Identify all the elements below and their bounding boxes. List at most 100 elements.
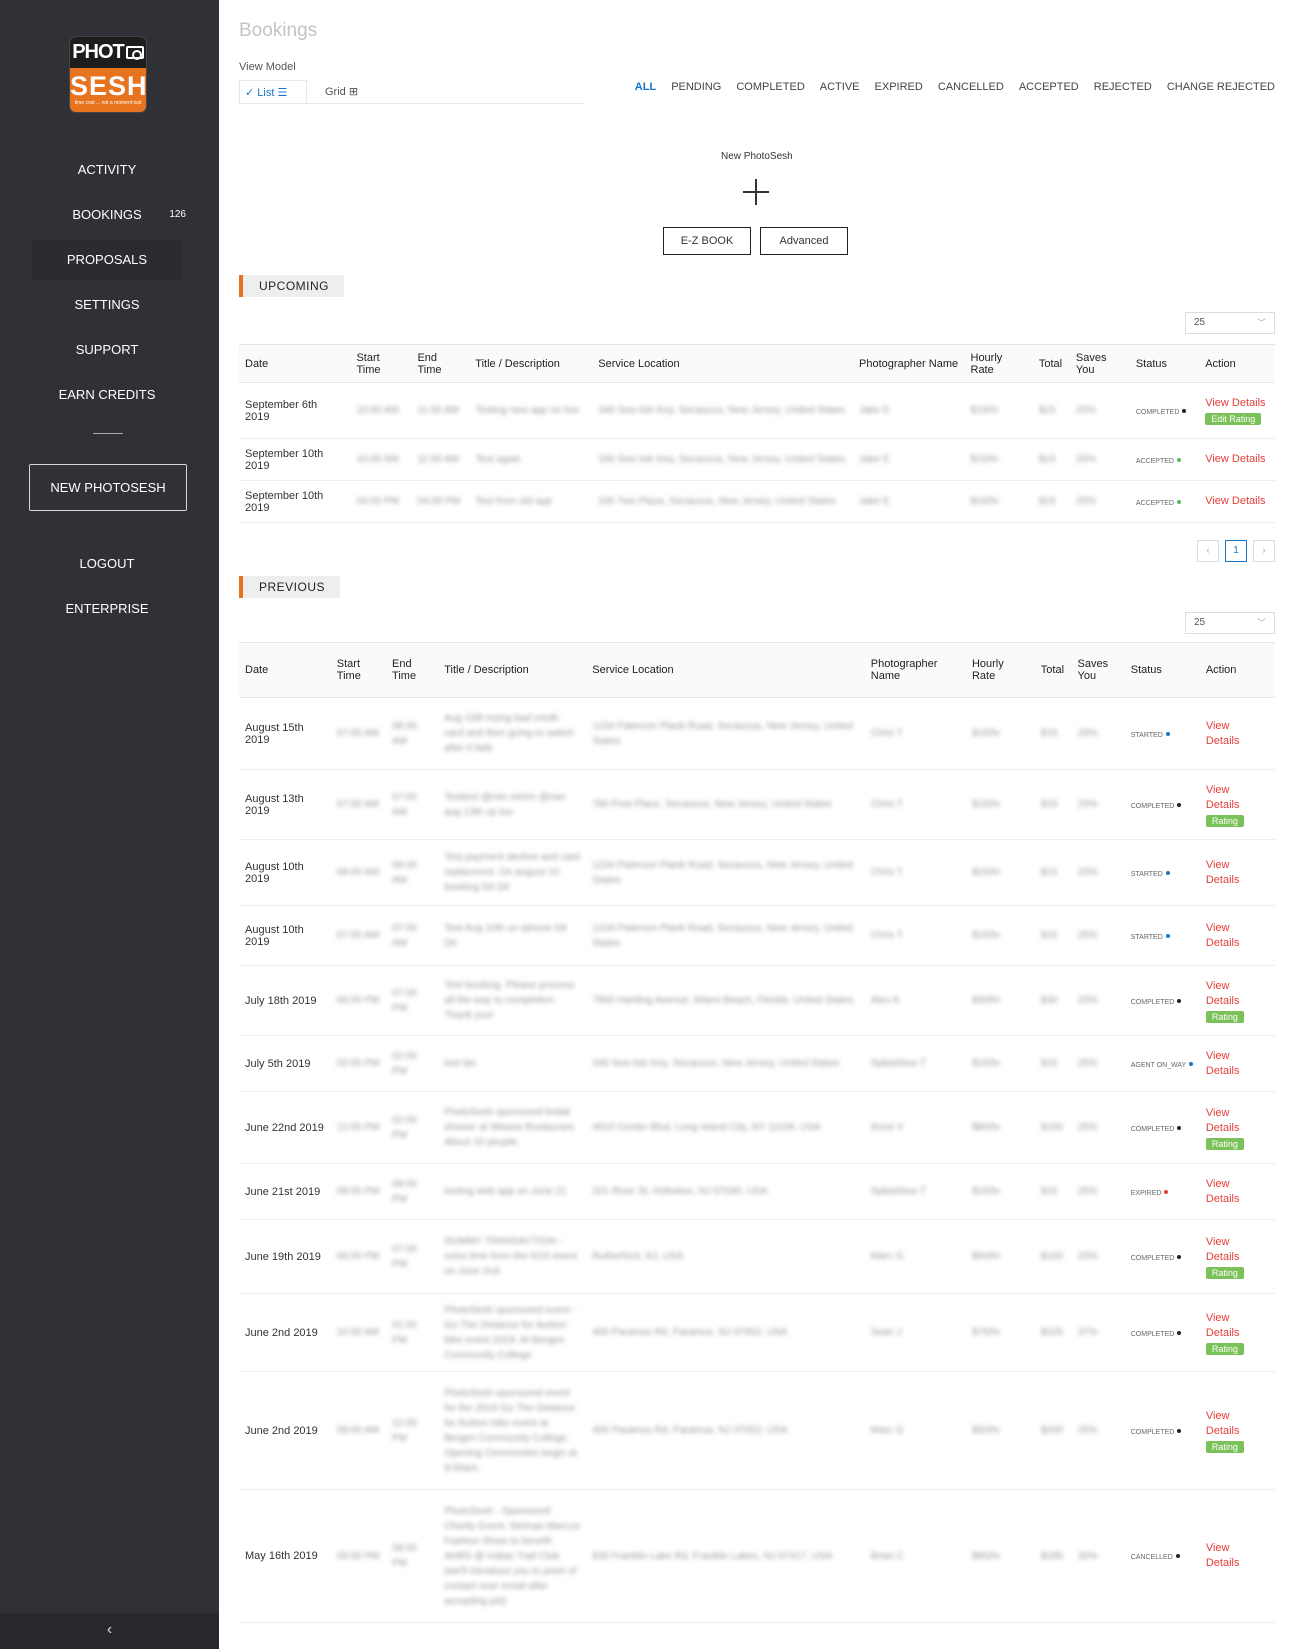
end-value: 01:00 PM (392, 1319, 418, 1346)
nav-enterprise[interactable]: ENTERPRISE (32, 589, 182, 629)
filter-completed[interactable]: COMPLETED (736, 81, 804, 93)
grid-view-tab[interactable]: Grid ⊞ (325, 80, 358, 104)
view-details-link[interactable]: View (1206, 1409, 1269, 1424)
filter-active[interactable]: ACTIVE (820, 81, 860, 93)
rating-button[interactable]: Rating (1205, 1440, 1244, 1453)
filter-cancelled[interactable]: CANCELLED (938, 81, 1004, 93)
collapse-sidebar-button[interactable]: ‹ (0, 1613, 219, 1649)
rate-value: $15/hr (971, 799, 1001, 810)
view-details-link[interactable]: View (1206, 979, 1269, 994)
table-row: July 18th 2019 06:00 PM 07:00 PM Test booki… (239, 965, 1275, 1036)
photographer-value: Marc G (870, 1251, 904, 1262)
view-details-link[interactable]: Details (1206, 1424, 1269, 1439)
status-badge: ACCEPTED (1135, 457, 1174, 465)
view-details-link[interactable]: Details (1206, 1121, 1269, 1136)
view-details-link[interactable]: View (1206, 1311, 1269, 1326)
view-details-link[interactable]: Details (1206, 1250, 1269, 1265)
total-value: $30 (1040, 995, 1058, 1006)
title-value: PhotoSesh - Sponsored Charity Event. Nei… (444, 1505, 580, 1607)
view-details-link[interactable]: Details (1206, 798, 1269, 813)
view-details-link[interactable]: View Details (1205, 494, 1269, 509)
nav-settings[interactable]: SETTINGS (32, 285, 182, 325)
view-details-link[interactable]: Details (1206, 936, 1269, 951)
view-details-link[interactable]: View (1206, 1049, 1269, 1064)
nav-bookings[interactable]: BOOKINGS 126 (32, 195, 186, 235)
photographer-cell: Jake E (853, 438, 965, 481)
action-cell: View Details Rating (1199, 1219, 1275, 1294)
nav-support[interactable]: SUPPORT (32, 330, 182, 370)
start-cell: 12:00 PM (330, 1091, 387, 1164)
view-details-link[interactable]: View (1206, 1177, 1269, 1192)
rating-button[interactable]: Rating (1205, 1010, 1244, 1023)
table-row: June 2nd 2019 10:00 AM 01:00 PM PhotoSesh s… (239, 1293, 1275, 1372)
view-details-link[interactable]: Details (1206, 1556, 1269, 1571)
view-details-link[interactable]: Details (1206, 994, 1269, 1009)
view-details-link[interactable]: View (1206, 858, 1269, 873)
photosesh-logo[interactable]: PHOT SESH time cost ... not a moment los… (70, 37, 146, 112)
status-badge: COMPLETED (1135, 408, 1180, 416)
action-cell: View Details (1199, 1163, 1275, 1220)
rating-button[interactable]: Rating (1205, 814, 1244, 827)
rate-value: $50/hr (971, 1251, 1001, 1262)
location-cell: Rutherford, NJ, USA (586, 1219, 865, 1294)
view-details-link[interactable]: Details (1206, 1064, 1269, 1079)
plus-icon[interactable] (743, 179, 769, 205)
photographer-cell: Anne V (864, 1091, 966, 1164)
start-value: 10:00 AM (336, 1327, 380, 1338)
filter-all[interactable]: ALL (635, 81, 656, 93)
rating-button[interactable]: Rating (1205, 1266, 1244, 1279)
filter-change-rejected[interactable]: CHANGE REJECTED (1167, 81, 1275, 93)
list-tab-label: List ☰ (257, 87, 288, 99)
view-details-link[interactable]: View (1206, 1106, 1269, 1121)
filter-accepted[interactable]: ACCEPTED (1019, 81, 1079, 93)
view-details-link[interactable]: View (1206, 719, 1269, 734)
status-cell: COMPLETED (1124, 769, 1200, 840)
rating-button[interactable]: Rating (1205, 1342, 1244, 1355)
view-details-link[interactable]: Details (1206, 1192, 1269, 1207)
view-details-link[interactable]: Details (1206, 873, 1269, 888)
page-1-button[interactable]: 1 (1225, 540, 1247, 562)
status-cell: AGENT ON_WAY (1124, 1035, 1200, 1092)
photographer-value: Sean J (870, 1327, 902, 1338)
next-page-button[interactable]: › (1253, 540, 1275, 562)
filter-expired[interactable]: EXPIRED (875, 81, 923, 93)
rating-button[interactable]: Edit Rating (1205, 413, 1262, 425)
filter-rejected[interactable]: REJECTED (1094, 81, 1152, 93)
date-cell: August 10th 2019 (239, 839, 331, 906)
view-details-link[interactable]: View (1206, 1541, 1269, 1556)
column-header: Saves You (1071, 642, 1125, 698)
logo-tagline: time cost ... not a moment lost (74, 100, 142, 106)
status-dot-icon (1165, 870, 1170, 875)
view-details-link[interactable]: View (1206, 921, 1269, 936)
previous-page-size-select[interactable]: 25 ﹀ (1185, 612, 1275, 634)
nav-earn-credits[interactable]: EARN CREDITS (32, 375, 182, 415)
status-cell: COMPLETED (1124, 1091, 1200, 1164)
start-cell: 07:00 AM (330, 769, 387, 840)
view-details-link[interactable]: Details (1206, 734, 1269, 749)
view-details-link[interactable]: View (1206, 783, 1269, 798)
view-details-link[interactable]: View Details (1205, 396, 1269, 411)
new-photosesh-button[interactable]: NEW PHOTOSESH (29, 464, 187, 511)
advanced-button[interactable]: Advanced (760, 227, 848, 255)
nav-activity[interactable]: ACTIVITY (32, 150, 182, 190)
chevron-down-icon: ﹀ (1256, 318, 1266, 328)
ez-book-button[interactable]: E-Z BOOK (663, 227, 751, 255)
list-view-tab[interactable]: ✓ List ☰ (239, 80, 307, 104)
view-details-link[interactable]: Details (1206, 1326, 1269, 1341)
table-row: August 10th 2019 07:00 AM 07:00 AM Test Aug… (239, 905, 1275, 966)
column-header: Action (1199, 344, 1275, 383)
upcoming-page-size-select[interactable]: 25 ﹀ (1185, 312, 1275, 334)
view-details-link[interactable]: View (1206, 1235, 1269, 1250)
saves-value: 25% (1077, 1186, 1098, 1197)
nav-logout[interactable]: LOGOUT (32, 544, 182, 584)
status-dot-icon (1165, 731, 1170, 736)
rating-button[interactable]: Rating (1205, 1137, 1244, 1150)
nav-proposals[interactable]: PROPOSALS (32, 240, 182, 280)
action-cell: View Details Rating (1199, 965, 1275, 1036)
logo-text-top: PHOT (72, 41, 125, 63)
view-details-link[interactable]: View Details (1205, 452, 1269, 467)
filter-pending[interactable]: PENDING (671, 81, 721, 93)
prev-page-button[interactable]: ‹ (1197, 540, 1219, 562)
table-row: June 21st 2019 08:00 PM 08:00 PM testing we… (239, 1163, 1275, 1220)
end-cell: 08:00 PM (386, 1489, 439, 1623)
